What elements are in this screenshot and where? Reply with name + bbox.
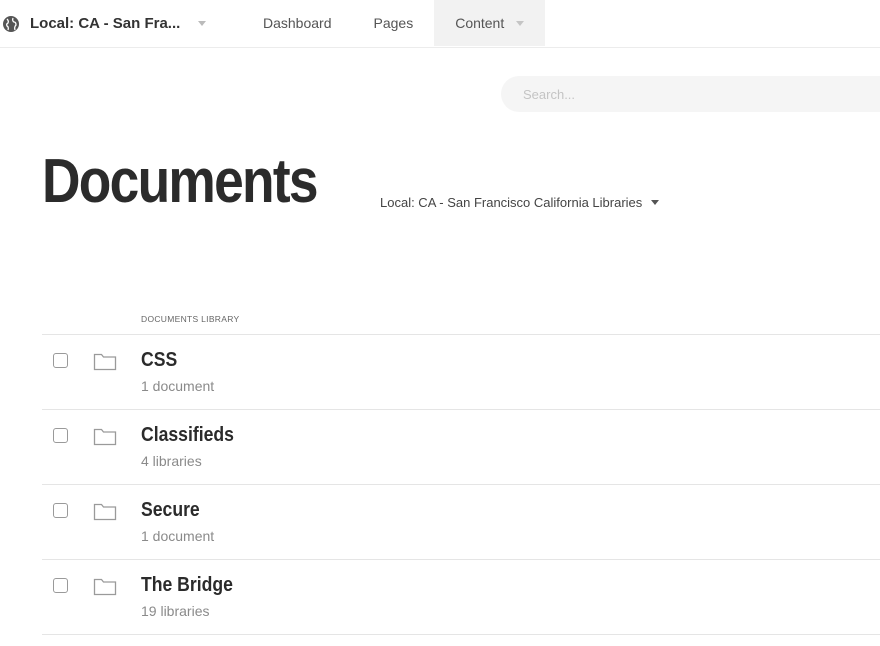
folder-icon: [93, 576, 117, 596]
caret-down-icon: [516, 20, 525, 26]
list-header: DOCUMENTS LIBRARY: [42, 314, 880, 335]
list-item-meta: 4 libraries: [141, 453, 202, 469]
checkbox-icon[interactable]: [53, 353, 68, 368]
caret-down-icon: [198, 21, 207, 26]
list-item[interactable]: CSS 1 document: [42, 335, 880, 410]
list-item-meta: 1 document: [141, 528, 215, 544]
caret-down-icon: [651, 200, 660, 205]
top-navigation-bar: Local: CA - San Fra... Dashboard Pages C…: [0, 0, 880, 48]
checkbox-icon[interactable]: [53, 578, 68, 593]
list-item-meta: 1 document: [141, 378, 215, 394]
nav-dashboard[interactable]: Dashboard: [242, 0, 353, 46]
globe-icon: [2, 15, 20, 33]
search-input[interactable]: [501, 76, 880, 112]
list-item[interactable]: Classifieds 4 libraries: [42, 410, 880, 485]
list-item-meta: 19 libraries: [141, 603, 210, 619]
list-item-title[interactable]: Secure: [141, 499, 200, 522]
checkbox-icon[interactable]: [53, 428, 68, 443]
nav-content[interactable]: Content: [434, 0, 546, 46]
site-breadcrumb-dropdown[interactable]: Local: CA - San Francisco California Lib…: [380, 195, 660, 210]
nav-pages[interactable]: Pages: [353, 0, 435, 46]
documents-library-list: DOCUMENTS LIBRARY CSS 1 document Classif…: [42, 314, 880, 635]
page-title: Documents: [42, 147, 319, 216]
nav-content-label: Content: [455, 15, 505, 31]
checkbox-icon[interactable]: [53, 503, 68, 518]
folder-icon: [93, 351, 117, 371]
list-item-title[interactable]: CSS: [141, 349, 177, 372]
list-item-title[interactable]: Classifieds: [141, 424, 234, 447]
folder-icon: [93, 426, 117, 446]
site-selector[interactable]: Local: CA - San Fra...: [0, 0, 242, 47]
site-name: Local: CA - San Fra...: [30, 15, 181, 32]
folder-icon: [93, 501, 117, 521]
list-item[interactable]: Secure 1 document: [42, 485, 880, 560]
list-item[interactable]: The Bridge 19 libraries: [42, 560, 880, 635]
site-breadcrumb-label: Local: CA - San Francisco California Lib…: [380, 195, 643, 210]
list-item-title[interactable]: The Bridge: [141, 574, 233, 597]
